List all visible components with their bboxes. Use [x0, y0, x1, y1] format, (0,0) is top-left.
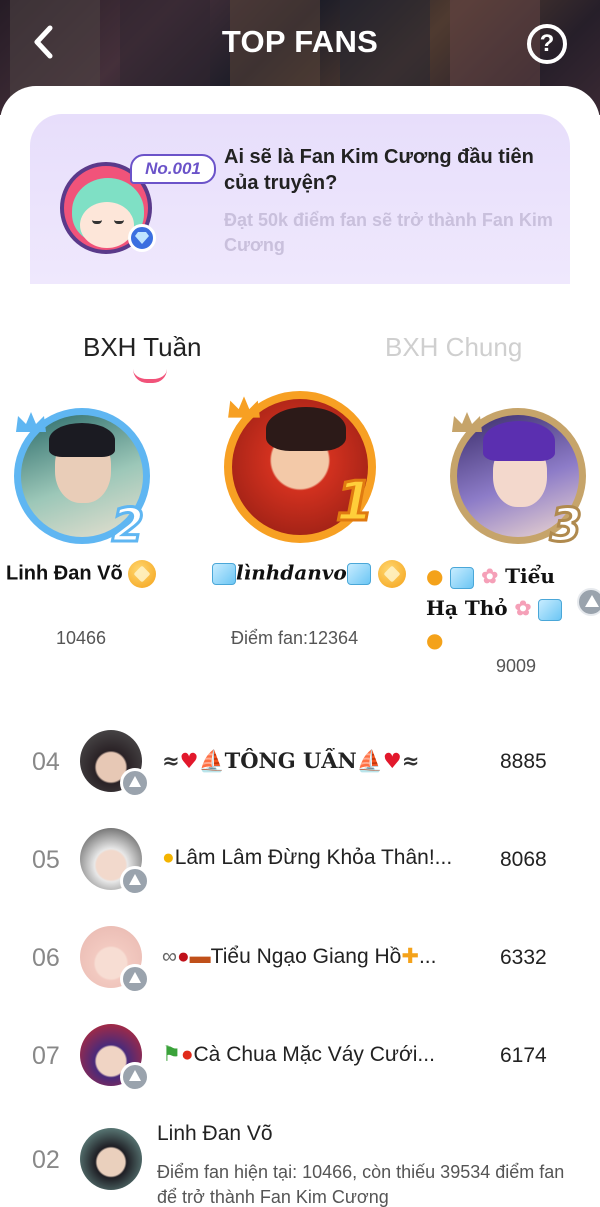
level-badge-icon: [120, 768, 150, 798]
question-icon: ?: [539, 30, 555, 57]
drop-icon: ●: [176, 945, 190, 968]
podium-name-1: lìnhdanvo: [212, 560, 406, 588]
podium-score-2: 10466: [56, 628, 107, 648]
tab-overall[interactable]: BXH Chung: [385, 332, 522, 363]
podium-score-1: Điểm fan:12364: [231, 628, 359, 648]
list-item[interactable]: 06 ∞●▬Tiểu Ngạo Giang Hồ✚... 6332: [0, 912, 600, 1002]
fan-name: ⚑●Cà Chua Mặc Váy Cưới...: [162, 1043, 435, 1066]
lightbulb-icon: ●: [162, 846, 175, 869]
chain-icon: ∞: [162, 945, 177, 968]
rabbit-icon: ✿: [514, 596, 532, 620]
golf-flag-icon: ⚑: [162, 1043, 181, 1066]
ice-cube-icon: [212, 563, 236, 585]
level-badge-icon: [120, 866, 150, 896]
list-item[interactable]: 07 ⚑●Cà Chua Mặc Váy Cưới... 6174: [0, 1010, 600, 1100]
podium-name-3: ● ✿ Tiểu Hạ Thỏ ✿ ●: [426, 560, 563, 656]
coin-icon: [128, 560, 157, 588]
banner-subtitle: Đạt 50k điểm fan sẽ trở thành Fan Kim Cư…: [224, 210, 553, 255]
level-badge-icon: [577, 588, 600, 616]
podium-rank-3: 3: [548, 497, 583, 554]
rank-number: 06: [32, 944, 60, 972]
podium-score-3: 9009: [496, 656, 537, 676]
tomato-icon: ●: [180, 1043, 194, 1066]
avatar: [80, 1128, 142, 1190]
podium-rank-2: 2: [110, 497, 145, 554]
coin-icon: [377, 560, 406, 588]
help-button[interactable]: ?: [527, 24, 567, 64]
hand-emoji-icon: ●: [426, 564, 444, 588]
fan-name: ∞●▬Tiểu Ngạo Giang Hồ✚...: [162, 945, 437, 968]
puzzle-icon: ✚: [401, 945, 419, 968]
diamond-icon: [128, 224, 156, 252]
boat-icon: ⛵: [356, 748, 383, 773]
podium-name-2: Linh Đan Võ: [6, 560, 157, 588]
tab-indicator: [133, 369, 167, 383]
ice-cube-icon: [450, 566, 475, 589]
ice-cube-icon: [346, 563, 371, 585]
diamond-fan-banner: No.001 Ai sẽ là Fan Kim Cương đầu tiên c…: [30, 114, 570, 284]
boat-icon: ⛵: [198, 748, 225, 773]
rank-number: 07: [32, 1042, 60, 1070]
my-name: Linh Đan Võ: [157, 1122, 273, 1145]
fan-score: 8885: [500, 750, 547, 773]
fan-score: 6174: [500, 1044, 547, 1067]
list-item[interactable]: 04 ≈♥⛵TỐNG UẨN⛵♥≈ 8885: [0, 716, 600, 806]
banner-title: Ai sẽ là Fan Kim Cương đầu tiên của truy…: [224, 146, 534, 194]
rank-badge: No.001: [130, 154, 216, 184]
crown-icon: [228, 396, 260, 418]
my-rank-row[interactable]: 02 Linh Đan Võ Điểm fan hiện tại: 10466,…: [0, 1110, 600, 1207]
fan-score: 6332: [500, 946, 547, 969]
content-sheet: No.001 Ai sẽ là Fan Kim Cương đầu tiên c…: [0, 86, 600, 1207]
podium-rank-1: 1: [335, 469, 376, 535]
rank-number: 05: [32, 846, 60, 874]
rabbit-icon: ✿: [481, 564, 499, 588]
heart-icon: ♥: [179, 748, 199, 773]
page-title: TOP FANS: [221, 24, 379, 59]
crown-icon: [452, 412, 482, 432]
my-progress-text: Điểm fan hiện tại: 10466, còn thiếu 3953…: [157, 1162, 565, 1207]
swirl-icon: ≈: [162, 748, 180, 773]
fan-name: ●Lâm Lâm Đừng Khỏa Thân!...: [162, 846, 453, 869]
sled-icon: ▬: [189, 945, 211, 968]
tab-weekly[interactable]: BXH Tuần: [83, 332, 202, 363]
level-badge-icon: [120, 964, 150, 994]
ice-cube-icon: [538, 598, 563, 621]
level-badge-icon: [120, 1062, 150, 1092]
fan-name: ≈♥⛵TỐNG UẨN⛵♥≈: [162, 748, 420, 773]
rank-number: 04: [32, 748, 60, 776]
crown-icon: [16, 412, 46, 432]
heart-icon: ♥: [382, 748, 402, 773]
rank-number: 02: [32, 1146, 60, 1174]
fan-score: 8068: [500, 848, 547, 871]
hand-emoji-icon: ●: [426, 628, 444, 652]
swirl-icon: ≈: [401, 748, 420, 773]
list-item[interactable]: 05 ●Lâm Lâm Đừng Khỏa Thân!... 8068: [0, 814, 600, 904]
